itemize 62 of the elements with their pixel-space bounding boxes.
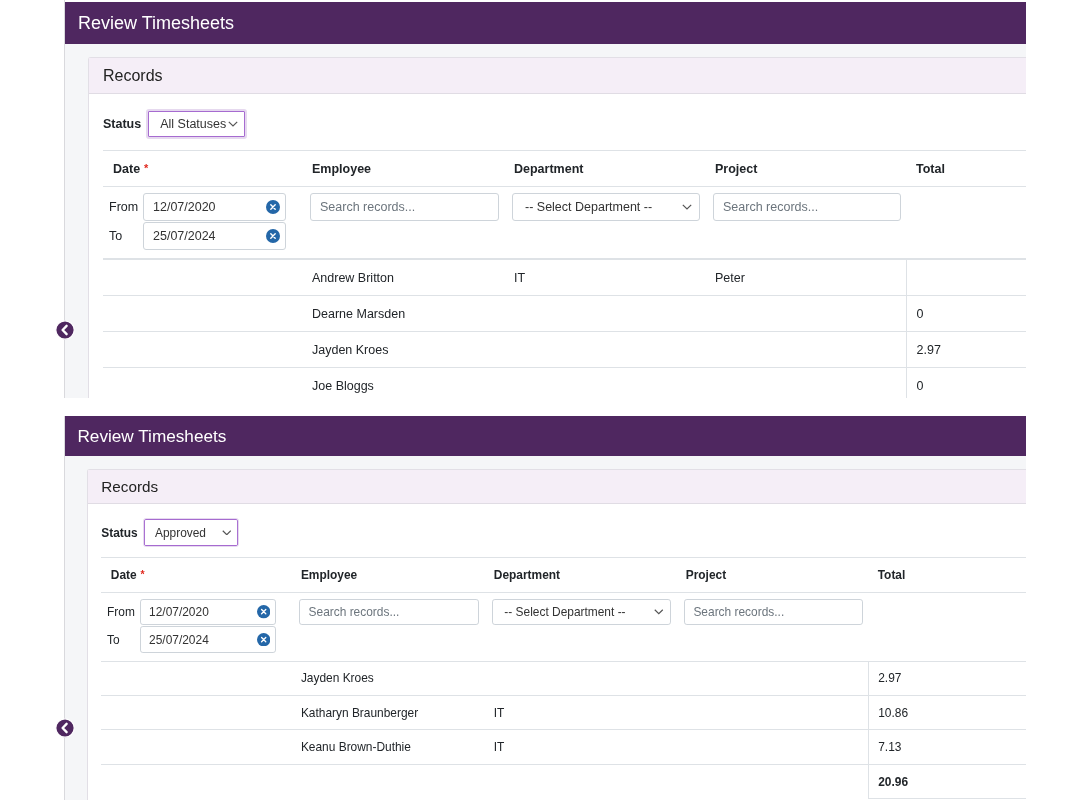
clear-icon[interactable] <box>256 632 271 647</box>
column-header: Total <box>916 161 945 176</box>
status-select[interactable]: All Statuses <box>146 109 248 139</box>
column-header: Project <box>715 161 758 176</box>
date-field[interactable]: 25/07/2024 <box>143 222 286 250</box>
status-select[interactable]: Approved <box>142 518 239 547</box>
table-cell: Keanu Brown-Duthie <box>291 729 485 765</box>
table-cell: Dearne Marsden <box>302 295 504 332</box>
status-label: Status <box>101 525 138 540</box>
page-title: Review Timesheets <box>77 425 227 447</box>
table-cell: Peter <box>705 259 906 296</box>
column-header: Total <box>877 568 906 583</box>
date-field[interactable]: 12/07/2020 <box>139 598 277 626</box>
table-cell: 2.97 <box>868 661 1026 696</box>
required-mark: * <box>140 568 145 581</box>
column-header: Department <box>514 161 584 176</box>
column-header: Date <box>110 568 137 583</box>
date-field[interactable]: 25/07/2024 <box>139 626 277 653</box>
clear-icon[interactable] <box>256 605 271 619</box>
date-field[interactable]: 12/07/2020 <box>143 193 286 221</box>
chevron-down-icon <box>221 529 232 536</box>
table-cell: Katharyn Braunberger <box>291 695 485 730</box>
clear-icon[interactable] <box>266 200 280 214</box>
search-field[interactable]: Search records... <box>683 598 864 626</box>
table-cell: 2.97 <box>906 331 1026 368</box>
column-header: Date <box>113 161 141 176</box>
department-select[interactable]: -- Select Department -- <box>491 598 672 626</box>
card-title: Records <box>103 66 163 85</box>
date-label: To <box>109 229 124 243</box>
column-header: Employee <box>300 568 358 583</box>
table-cell: Andrew Britton <box>302 259 504 296</box>
search-field[interactable]: Search records... <box>713 193 901 221</box>
required-mark: * <box>144 161 149 174</box>
table-cell: Joe Bloggs <box>302 367 504 398</box>
table-cell: IT <box>484 695 677 730</box>
table-cell: 7.13 <box>868 729 1026 765</box>
column-header: Department <box>493 568 561 583</box>
department-select[interactable]: -- Select Department -- <box>512 193 700 221</box>
table-cell: Jayden Kroes <box>291 661 485 696</box>
chevron-down-icon <box>654 609 664 615</box>
chevron-left-icon[interactable] <box>55 320 75 340</box>
date-label: From <box>109 200 140 214</box>
table-cell: Jayden Kroes <box>302 331 504 368</box>
table-cell: IT <box>504 259 705 296</box>
column-header: Employee <box>312 161 372 176</box>
clear-icon[interactable] <box>266 229 280 243</box>
status-label: Status <box>103 117 142 131</box>
chevron-down-icon <box>228 121 239 127</box>
table-cell: 0 <box>906 295 1026 332</box>
date-label: To <box>107 632 121 647</box>
search-field[interactable]: Search records... <box>310 193 499 221</box>
column-header: Project <box>685 568 727 583</box>
date-label: From <box>107 604 136 619</box>
table-cell: IT <box>484 729 677 765</box>
chevron-left-icon[interactable] <box>55 718 75 738</box>
page-title: Review Timesheets <box>78 12 235 34</box>
chevron-down-icon <box>682 204 692 210</box>
table-cell: 10.86 <box>868 695 1026 730</box>
card-title: Records <box>101 477 159 495</box>
search-field[interactable]: Search records... <box>298 598 480 626</box>
table-cell: 0 <box>906 367 1026 398</box>
grand-total-cell: 20.96 <box>868 764 1026 799</box>
